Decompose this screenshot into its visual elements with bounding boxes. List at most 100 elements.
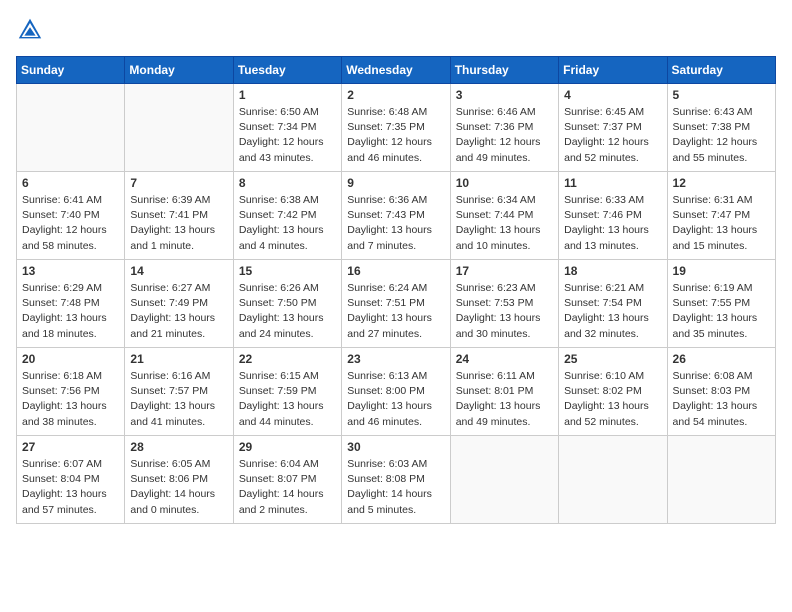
day-info: Sunrise: 6:13 AMSunset: 8:00 PMDaylight:…	[347, 369, 444, 430]
day-info: Sunrise: 6:38 AMSunset: 7:42 PMDaylight:…	[239, 193, 336, 254]
calendar-header-row: SundayMondayTuesdayWednesdayThursdayFrid…	[17, 57, 776, 84]
day-info: Sunrise: 6:11 AMSunset: 8:01 PMDaylight:…	[456, 369, 553, 430]
day-number: 9	[347, 176, 444, 190]
calendar-day-cell: 16Sunrise: 6:24 AMSunset: 7:51 PMDayligh…	[342, 260, 450, 348]
calendar-day-header: Saturday	[667, 57, 775, 84]
day-info: Sunrise: 6:05 AMSunset: 8:06 PMDaylight:…	[130, 457, 227, 518]
day-number: 5	[673, 88, 770, 102]
day-info: Sunrise: 6:50 AMSunset: 7:34 PMDaylight:…	[239, 105, 336, 166]
calendar-week-row: 6Sunrise: 6:41 AMSunset: 7:40 PMDaylight…	[17, 172, 776, 260]
day-number: 20	[22, 352, 119, 366]
day-info: Sunrise: 6:36 AMSunset: 7:43 PMDaylight:…	[347, 193, 444, 254]
day-info: Sunrise: 6:21 AMSunset: 7:54 PMDaylight:…	[564, 281, 661, 342]
day-number: 3	[456, 88, 553, 102]
calendar-day-cell: 15Sunrise: 6:26 AMSunset: 7:50 PMDayligh…	[233, 260, 341, 348]
day-info: Sunrise: 6:27 AMSunset: 7:49 PMDaylight:…	[130, 281, 227, 342]
calendar-day-cell: 17 Sunrise: 6:23 AMSunset: 7:53 PMDayligh…	[450, 260, 558, 348]
logo-icon	[16, 16, 44, 44]
calendar-day-cell: 14 Sunrise: 6:27 AMSunset: 7:49 PMDayligh…	[125, 260, 233, 348]
calendar-day-cell: 7Sunrise: 6:39 AMSunset: 7:41 PMDaylight…	[125, 172, 233, 260]
day-number: 17	[456, 264, 553, 278]
day-info: Sunrise: 6:33 AMSunset: 7:46 PMDaylight:…	[564, 193, 661, 254]
calendar-day-header: Monday	[125, 57, 233, 84]
calendar-day-cell	[125, 84, 233, 172]
calendar-day-cell: 12 Sunrise: 6:31 AMSunset: 7:47 PMDayligh…	[667, 172, 775, 260]
calendar-day-cell	[559, 436, 667, 524]
calendar-week-row: 13 Sunrise: 6:29 AMSunset: 7:48 PMDayligh…	[17, 260, 776, 348]
day-info: Sunrise: 6:03 AMSunset: 8:08 PMDaylight:…	[347, 457, 444, 518]
day-number: 6	[22, 176, 119, 190]
day-number: 2	[347, 88, 444, 102]
calendar-day-cell	[667, 436, 775, 524]
day-info: Sunrise: 6:46 AMSunset: 7:36 PMDaylight:…	[456, 105, 553, 166]
day-number: 27	[22, 440, 119, 454]
day-info: Sunrise: 6:10 AMSunset: 8:02 PMDaylight:…	[564, 369, 661, 430]
day-number: 24	[456, 352, 553, 366]
day-number: 13	[22, 264, 119, 278]
calendar-day-cell: 20 Sunrise: 6:18 AMSunset: 7:56 PMDayligh…	[17, 348, 125, 436]
day-info: Sunrise: 6:24 AMSunset: 7:51 PMDaylight:…	[347, 281, 444, 342]
day-number: 29	[239, 440, 336, 454]
page-header	[16, 16, 776, 44]
day-info: Sunrise: 6:29 AMSunset: 7:48 PMDaylight:…	[22, 281, 119, 342]
day-info: Sunrise: 6:18 AMSunset: 7:56 PMDaylight:…	[22, 369, 119, 430]
day-number: 23	[347, 352, 444, 366]
calendar-day-header: Sunday	[17, 57, 125, 84]
day-number: 22	[239, 352, 336, 366]
calendar-day-cell: 9 Sunrise: 6:36 AMSunset: 7:43 PMDaylight…	[342, 172, 450, 260]
calendar-day-cell: 30 Sunrise: 6:03 AMSunset: 8:08 PMDayligh…	[342, 436, 450, 524]
calendar-day-cell: 13 Sunrise: 6:29 AMSunset: 7:48 PMDayligh…	[17, 260, 125, 348]
calendar-day-cell: 25 Sunrise: 6:10 AMSunset: 8:02 PMDayligh…	[559, 348, 667, 436]
calendar-day-cell: 8 Sunrise: 6:38 AMSunset: 7:42 PMDaylight…	[233, 172, 341, 260]
day-info: Sunrise: 6:16 AMSunset: 7:57 PMDaylight:…	[130, 369, 227, 430]
day-number: 11	[564, 176, 661, 190]
day-number: 8	[239, 176, 336, 190]
calendar-day-cell: 28Sunrise: 6:05 AMSunset: 8:06 PMDayligh…	[125, 436, 233, 524]
day-number: 18	[564, 264, 661, 278]
day-info: Sunrise: 6:34 AMSunset: 7:44 PMDaylight:…	[456, 193, 553, 254]
day-number: 14	[130, 264, 227, 278]
day-number: 12	[673, 176, 770, 190]
calendar-table: SundayMondayTuesdayWednesdayThursdayFrid…	[16, 56, 776, 524]
day-info: Sunrise: 6:43 AMSunset: 7:38 PMDaylight:…	[673, 105, 770, 166]
calendar-day-cell: 4 Sunrise: 6:45 AMSunset: 7:37 PMDaylight…	[559, 84, 667, 172]
calendar-day-cell: 21 Sunrise: 6:16 AMSunset: 7:57 PMDayligh…	[125, 348, 233, 436]
day-info: Sunrise: 6:26 AMSunset: 7:50 PMDaylight:…	[239, 281, 336, 342]
calendar-day-cell: 11 Sunrise: 6:33 AMSunset: 7:46 PMDayligh…	[559, 172, 667, 260]
day-number: 26	[673, 352, 770, 366]
day-number: 10	[456, 176, 553, 190]
day-info: Sunrise: 6:08 AMSunset: 8:03 PMDaylight:…	[673, 369, 770, 430]
day-info: Sunrise: 6:31 AMSunset: 7:47 PMDaylight:…	[673, 193, 770, 254]
day-info: Sunrise: 6:45 AMSunset: 7:37 PMDaylight:…	[564, 105, 661, 166]
day-info: Sunrise: 6:07 AMSunset: 8:04 PMDaylight:…	[22, 457, 119, 518]
calendar-day-cell: 1 Sunrise: 6:50 AMSunset: 7:34 PMDaylight…	[233, 84, 341, 172]
calendar-day-header: Thursday	[450, 57, 558, 84]
calendar-day-cell: 29 Sunrise: 6:04 AMSunset: 8:07 PMDayligh…	[233, 436, 341, 524]
calendar-week-row: 20 Sunrise: 6:18 AMSunset: 7:56 PMDayligh…	[17, 348, 776, 436]
day-info: Sunrise: 6:04 AMSunset: 8:07 PMDaylight:…	[239, 457, 336, 518]
day-number: 30	[347, 440, 444, 454]
calendar-day-cell	[450, 436, 558, 524]
calendar-day-cell: 19Sunrise: 6:19 AMSunset: 7:55 PMDayligh…	[667, 260, 775, 348]
calendar-day-cell: 27 Sunrise: 6:07 AMSunset: 8:04 PMDayligh…	[17, 436, 125, 524]
calendar-week-row: 27 Sunrise: 6:07 AMSunset: 8:04 PMDayligh…	[17, 436, 776, 524]
calendar-day-cell: 5 Sunrise: 6:43 AMSunset: 7:38 PMDaylight…	[667, 84, 775, 172]
calendar-day-cell: 22 Sunrise: 6:15 AMSunset: 7:59 PMDayligh…	[233, 348, 341, 436]
calendar-day-header: Friday	[559, 57, 667, 84]
day-info: Sunrise: 6:15 AMSunset: 7:59 PMDaylight:…	[239, 369, 336, 430]
day-number: 4	[564, 88, 661, 102]
calendar-day-cell: 18 Sunrise: 6:21 AMSunset: 7:54 PMDayligh…	[559, 260, 667, 348]
calendar-day-cell: 24 Sunrise: 6:11 AMSunset: 8:01 PMDayligh…	[450, 348, 558, 436]
day-info: Sunrise: 6:23 AMSunset: 7:53 PMDaylight:…	[456, 281, 553, 342]
day-number: 25	[564, 352, 661, 366]
calendar-day-header: Tuesday	[233, 57, 341, 84]
calendar-day-cell: 26 Sunrise: 6:08 AMSunset: 8:03 PMDayligh…	[667, 348, 775, 436]
day-number: 1	[239, 88, 336, 102]
calendar-day-header: Wednesday	[342, 57, 450, 84]
day-number: 7	[130, 176, 227, 190]
calendar-day-cell	[17, 84, 125, 172]
logo	[16, 16, 48, 44]
calendar-day-cell: 3 Sunrise: 6:46 AMSunset: 7:36 PMDaylight…	[450, 84, 558, 172]
day-info: Sunrise: 6:48 AMSunset: 7:35 PMDaylight:…	[347, 105, 444, 166]
day-number: 21	[130, 352, 227, 366]
